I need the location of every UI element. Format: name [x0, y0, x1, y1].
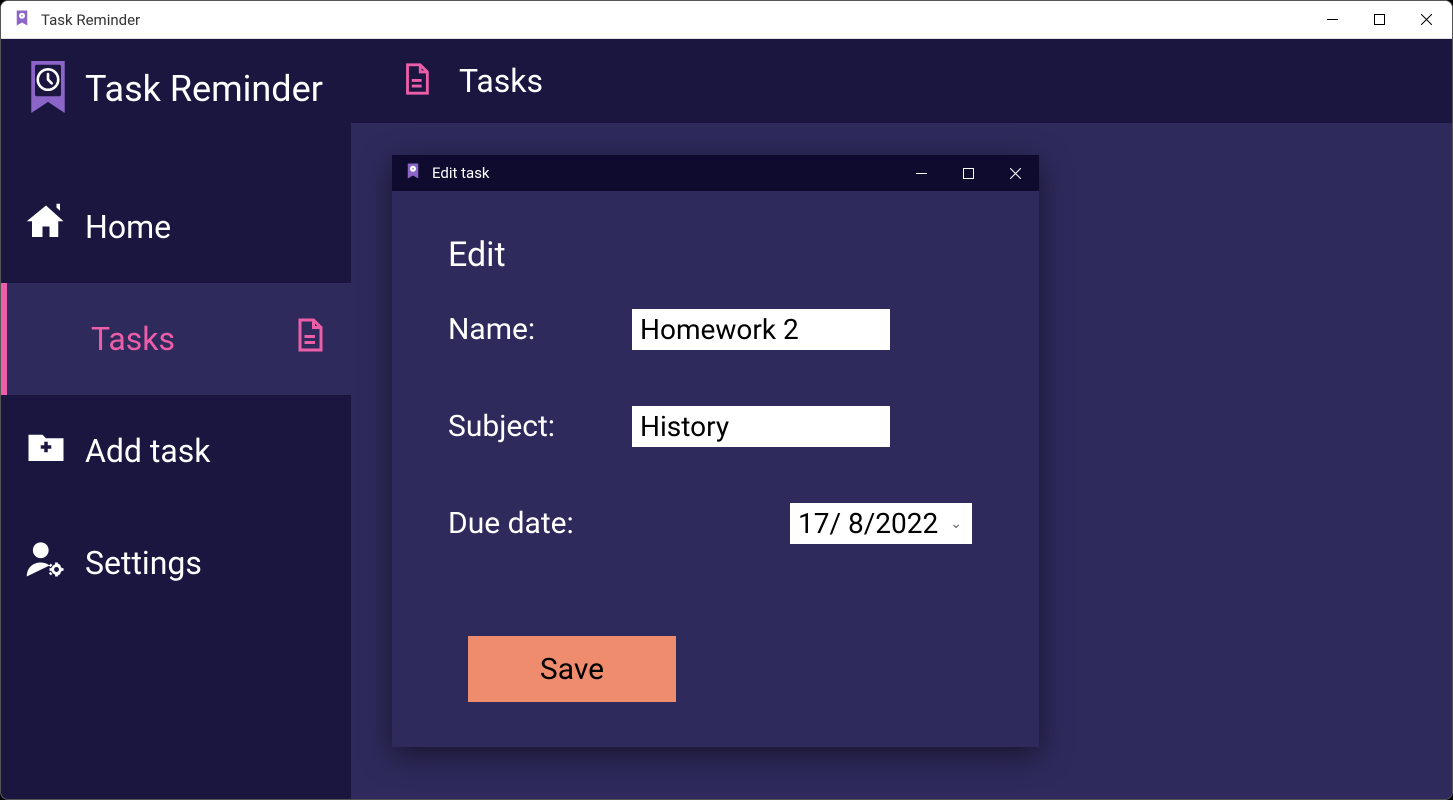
app-name: Task Reminder — [85, 68, 323, 110]
modal-title: Edit task — [432, 164, 490, 182]
sidebar: Task Reminder Home Tasks Add task — [1, 39, 351, 799]
document-icon — [291, 317, 327, 361]
date-wrap: 17/ 8/2022 ⌄ — [632, 503, 972, 544]
sidebar-item-tasks[interactable]: Tasks — [1, 283, 351, 395]
main-titlebar: Task Reminder — [1, 1, 1452, 39]
page-title: Tasks — [459, 62, 543, 100]
due-date-input[interactable]: 17/ 8/2022 ⌄ — [790, 503, 972, 544]
modal-minimize-button[interactable] — [898, 156, 945, 190]
folder-plus-icon — [25, 426, 67, 476]
nav-label: Settings — [85, 544, 202, 582]
modal-controls — [898, 156, 1039, 190]
modal-titlebar-left: Edit task — [404, 162, 490, 184]
nav-label: Home — [85, 208, 171, 246]
document-icon — [399, 62, 433, 100]
modal-body: Edit Name: Subject: Due date: 17/ 8/2022… — [392, 191, 1039, 747]
nav-label: Tasks — [91, 320, 175, 358]
chevron-down-icon: ⌄ — [950, 516, 962, 532]
save-button[interactable]: Save — [468, 636, 676, 702]
logo: Task Reminder — [1, 61, 351, 117]
home-icon — [25, 202, 67, 252]
main-header: Tasks — [351, 39, 1452, 123]
window-title: Task Reminder — [41, 11, 140, 29]
close-button[interactable] — [1403, 4, 1450, 36]
sidebar-item-settings[interactable]: Settings — [1, 507, 351, 619]
modal-close-button[interactable] — [992, 156, 1039, 190]
due-date-value: 17/ 8/2022 — [798, 507, 938, 540]
modal-titlebar: Edit task — [392, 155, 1039, 191]
due-date-label: Due date: — [448, 506, 632, 541]
name-label: Name: — [448, 312, 632, 347]
minimize-button[interactable] — [1309, 4, 1356, 36]
sidebar-item-home[interactable]: Home — [1, 171, 351, 283]
sidebar-item-add-task[interactable]: Add task — [1, 395, 351, 507]
nav-label: Add task — [85, 432, 211, 470]
titlebar-controls — [1309, 4, 1450, 36]
app-icon — [404, 162, 422, 184]
main-window: Task Reminder — [0, 0, 1453, 800]
modal-heading: Edit — [448, 235, 983, 275]
subject-label: Subject: — [448, 409, 632, 444]
form-row-subject: Subject: — [448, 406, 983, 447]
subject-input[interactable] — [632, 406, 890, 447]
name-input[interactable] — [632, 309, 890, 350]
app-icon — [13, 9, 31, 31]
form-row-due-date: Due date: 17/ 8/2022 ⌄ — [448, 503, 983, 544]
user-gear-icon — [25, 538, 67, 588]
bookmark-clock-icon — [25, 61, 71, 117]
maximize-button[interactable] — [1356, 4, 1403, 36]
edit-task-dialog: Edit task Edit Name: Subjec — [392, 155, 1039, 747]
form-row-name: Name: — [448, 309, 983, 350]
modal-maximize-button[interactable] — [945, 156, 992, 190]
titlebar-left: Task Reminder — [13, 9, 140, 31]
